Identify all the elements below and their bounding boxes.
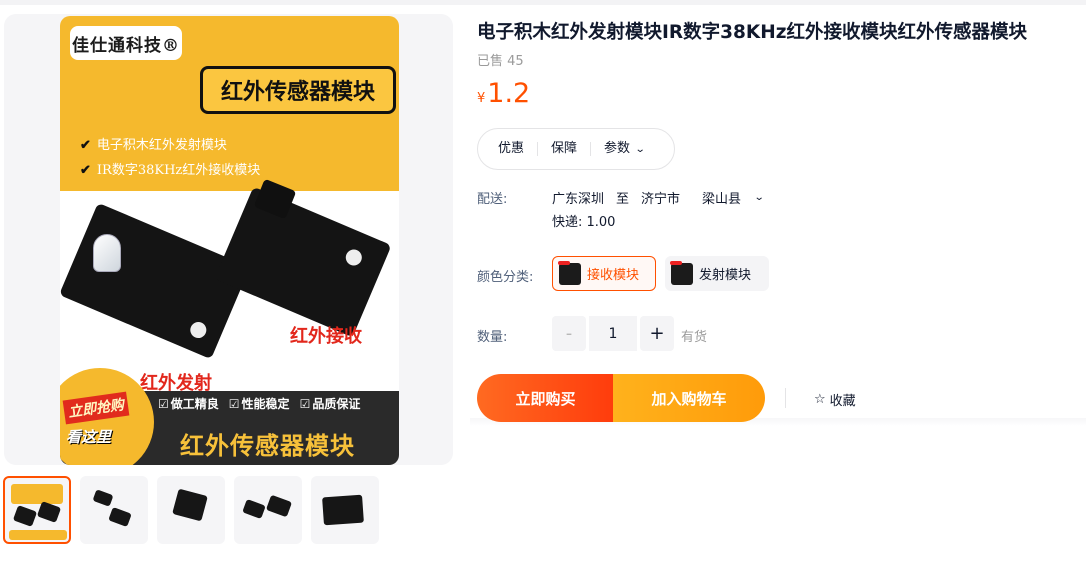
thumbnail-graphic: [36, 501, 62, 523]
buy-now-button[interactable]: 立即购买: [477, 374, 614, 422]
quantity-stepper: - 1 +: [552, 316, 674, 351]
thumbnail-graphic: [172, 488, 208, 522]
image-bottom-title: 红外传感器模块: [180, 431, 355, 460]
top-border: [0, 0, 1086, 5]
stock-status: 有货: [681, 330, 708, 345]
price-value: 1.2: [487, 78, 531, 109]
add-to-cart-button[interactable]: 加入购物车: [613, 374, 765, 422]
chevron-down-icon[interactable]: ⌄: [754, 192, 765, 203]
check-icon: ✔: [80, 138, 91, 153]
shipping-city[interactable]: 济宁市: [641, 188, 680, 207]
shipping-from: 广东深圳: [552, 192, 605, 207]
currency-symbol: ¥: [477, 91, 486, 106]
quantity-input[interactable]: 1: [589, 316, 637, 351]
thumbnail-graphic: [242, 499, 266, 519]
product-title: 电子积木红外发射模块IR数字38KHz红外接收模块红外传感器模块: [477, 22, 1027, 43]
feature-1: 做工精良: [158, 395, 219, 412]
receiver-module-graphic: [214, 186, 392, 338]
sku-option-label: 接收模块: [587, 268, 640, 283]
thumbnail-3[interactable]: [157, 476, 225, 544]
thumbnail-graphic: [92, 489, 114, 507]
label-receive: 红外接收: [290, 326, 362, 347]
favorite-label: 收藏: [829, 394, 856, 409]
thumbnail-4[interactable]: [234, 476, 302, 544]
check-icon: ✔: [80, 163, 91, 178]
tab-guarantee[interactable]: 保障: [538, 142, 592, 156]
feature-2: 性能稳定: [229, 395, 290, 412]
thumbnail-graphic: [265, 494, 293, 518]
tab-params-label: 参数: [604, 140, 631, 156]
favorite-button[interactable]: ☆ 收藏: [814, 390, 856, 409]
shipping-to-word: 至: [616, 192, 630, 207]
promo-badge-bottom: 看这里: [66, 428, 112, 446]
thumbnail-1[interactable]: [3, 476, 71, 544]
quantity-minus-button[interactable]: -: [552, 316, 586, 351]
tab-discount[interactable]: 优惠: [498, 142, 539, 156]
shipping-fee: 快递: 1.00: [552, 215, 616, 230]
chevron-down-icon: ⌄: [634, 143, 646, 155]
sku-option-receiver[interactable]: 接收模块: [552, 256, 656, 291]
feature-row: 做工精良 性能稳定 品质保证: [158, 395, 361, 412]
star-icon: ☆: [814, 392, 826, 407]
sku-option-label: 发射模块: [699, 268, 752, 283]
thumbnail-graphic: [11, 484, 63, 504]
image-bullet-2: ✔ IR数字38KHz红外接收模块: [80, 163, 261, 178]
main-product-image[interactable]: 佳仕通科技® 红外传感器模块 ✔ 电子积木红外发射模块 ✔ IR数字38KHz红外接…: [60, 16, 399, 465]
action-divider: [785, 388, 786, 408]
ir-led-graphic: [93, 234, 121, 272]
image-banner-title: 红外传感器模块: [200, 66, 396, 114]
info-tabs: 优惠 保障 参数 ⌄: [477, 128, 675, 170]
quantity-plus-button[interactable]: +: [640, 316, 674, 351]
sku-thumbnail: [558, 260, 581, 285]
mount-hole: [343, 247, 365, 268]
thumbnail-graphic: [9, 530, 67, 540]
thumbnail-5[interactable]: [311, 476, 379, 544]
tab-params[interactable]: 参数 ⌄: [591, 140, 658, 157]
feature-3: 品质保证: [300, 395, 360, 412]
sku-label: 颜色分类:: [477, 270, 534, 285]
mount-hole: [187, 319, 209, 341]
quantity-label: 数量:: [477, 330, 508, 345]
main-image-panel[interactable]: 佳仕通科技® 红外传感器模块 ✔ 电子积木红外发射模块 ✔ IR数字38KHz红外接…: [4, 14, 453, 465]
sku-option-transmitter[interactable]: 发射模块: [665, 256, 769, 291]
brand-logo: 佳仕通科技®: [70, 26, 182, 60]
sku-thumbnail: [670, 260, 693, 285]
thumbnail-2[interactable]: [80, 476, 148, 544]
image-bullet-1: ✔ 电子积木红外发射模块: [80, 138, 227, 153]
thumbnail-graphic: [108, 507, 132, 527]
thumbnail-graphic: [12, 505, 38, 527]
thumbnail-graphic: [322, 494, 364, 526]
shipping-county[interactable]: 梁山县: [702, 188, 741, 207]
thumbnail-strip: [3, 476, 379, 544]
shipping-route: 广东深圳 至 济宁市 梁山县 ⌄: [552, 188, 765, 207]
shipping-label: 配送:: [477, 192, 508, 207]
price: ¥ 1.2: [477, 78, 530, 109]
sold-count: 已售 45: [477, 54, 524, 69]
